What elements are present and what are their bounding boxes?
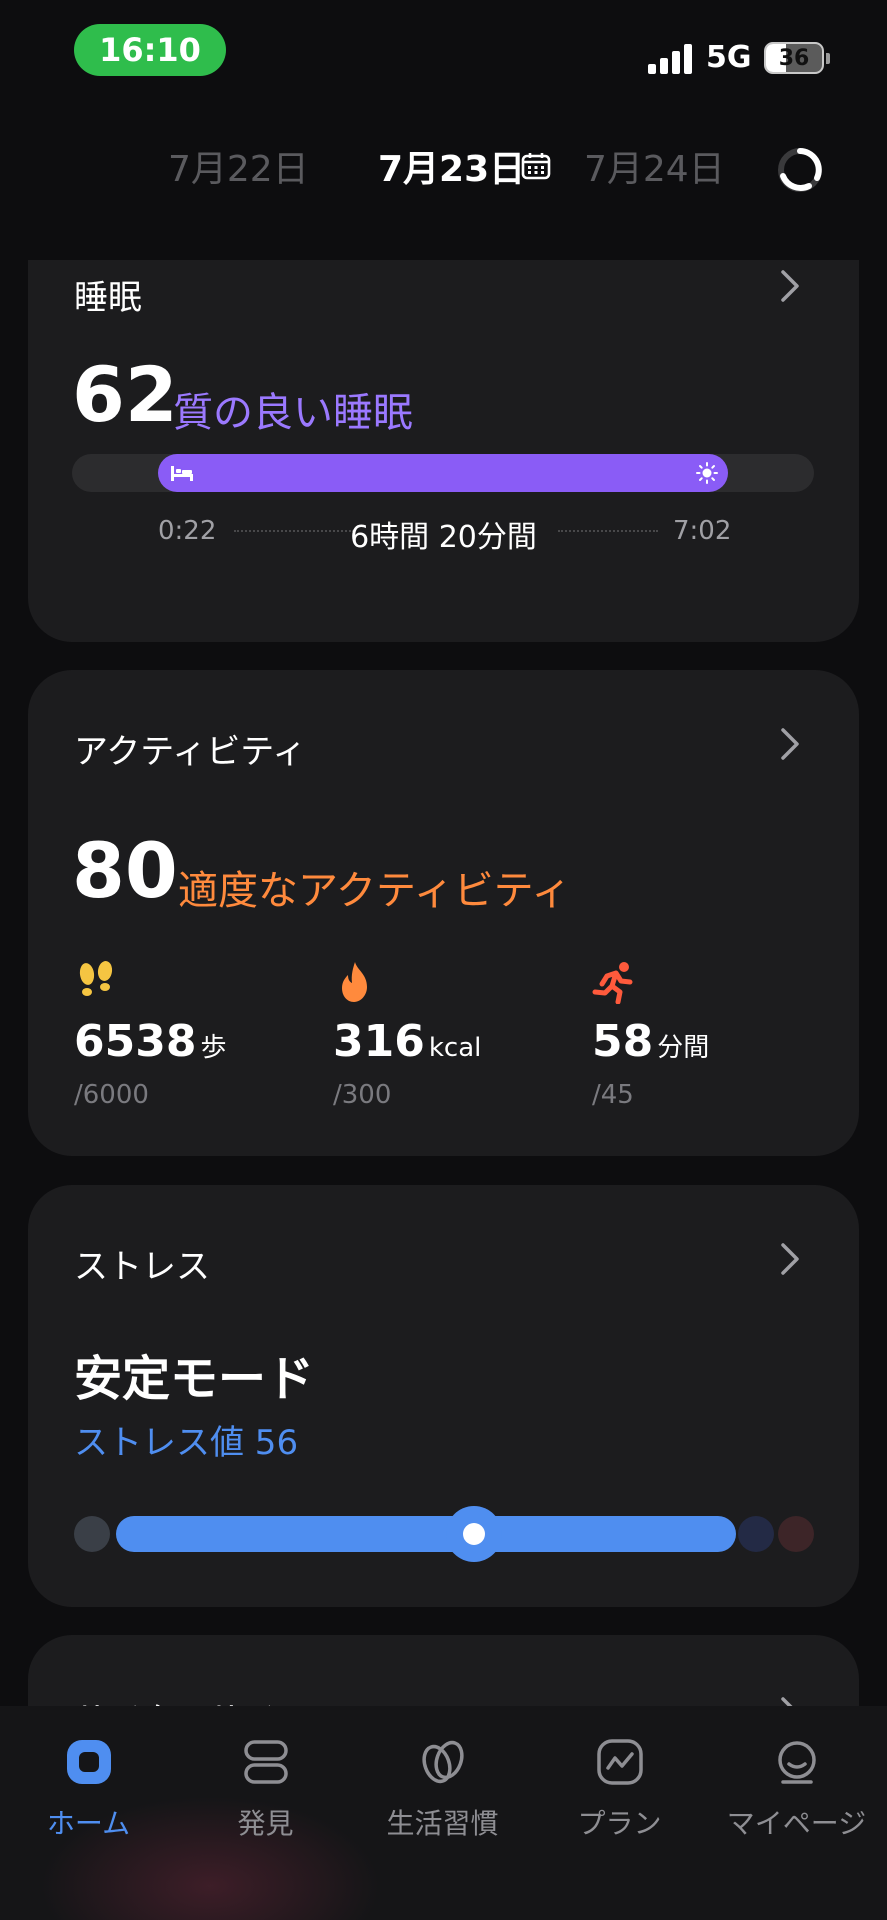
chevron-right-icon[interactable] — [779, 1241, 801, 1277]
steps-target: /6000 — [74, 1080, 149, 1110]
date-prev[interactable]: 7月22日 — [168, 140, 309, 192]
status-time: 16:10 — [74, 24, 226, 76]
date-next[interactable]: 7月24日 — [584, 140, 725, 192]
activity-card[interactable]: アクティビティ 80 適度なアクティビティ 6538 歩 /6000 316 k… — [28, 670, 859, 1156]
nav-discover-label: 発見 — [237, 1807, 294, 1840]
stress-segment-normal — [116, 1516, 736, 1552]
chevron-right-icon[interactable] — [779, 1695, 801, 1706]
steps-metric: 6538 歩 /6000 — [74, 960, 314, 1110]
stress-mode: 安定モード — [74, 1351, 315, 1407]
stress-scale — [74, 1506, 814, 1562]
activity-level: 適度なアクティビティ — [178, 868, 572, 914]
exercise-metric: 58 分間 /45 — [592, 960, 832, 1110]
stress-segment-very-high — [778, 1516, 814, 1552]
sleep-duration-bar — [158, 454, 728, 492]
exercise-value: 58 分間 — [592, 1016, 710, 1067]
nav-profile[interactable]: マイページ — [708, 1726, 885, 1846]
sleep-end-time: 7:02 — [673, 516, 732, 546]
signal-icon — [648, 44, 694, 74]
nav-lifestyle[interactable]: 生活習慣 — [354, 1726, 531, 1846]
battery-icon: 36 — [764, 42, 824, 74]
sleep-score: 62 — [72, 350, 178, 439]
stress-title: ストレス — [74, 1247, 210, 1287]
profile-icon — [777, 1741, 816, 1784]
activity-title: アクティビティ — [74, 732, 307, 772]
nav-discover[interactable]: 発見 — [177, 1726, 354, 1846]
stress-card[interactable]: ストレス 安定モード ストレス値 56 — [28, 1185, 859, 1607]
date-current[interactable]: 7月23日 — [378, 140, 525, 192]
nav-plan-label: プラン — [577, 1807, 662, 1840]
nav-plan[interactable]: プラン — [531, 1726, 708, 1846]
sleep-card[interactable]: 睡眠 62 質の良い睡眠 0:22 6時間 20分間 7:02 — [28, 260, 859, 642]
sun-icon — [696, 462, 718, 484]
cycle-card[interactable]: サイクルサイン — [28, 1635, 859, 1706]
sleep-title: 睡眠 — [74, 278, 142, 318]
sleep-quality: 質の良い睡眠 — [173, 390, 413, 436]
steps-value: 6538 歩 — [74, 1016, 227, 1067]
activity-score: 80 — [72, 826, 178, 915]
running-icon — [592, 962, 633, 1004]
bottom-nav: ホーム 発見 生活習慣 プラン マイページ — [0, 1706, 887, 1920]
sleep-duration: 6時間 20分間 — [350, 520, 537, 555]
plan-icon — [596, 1739, 643, 1785]
dashboard-scroll[interactable]: 睡眠 62 質の良い睡眠 0:22 6時間 20分間 7:02 アクティビティ … — [0, 260, 887, 1706]
discover-icon — [243, 1740, 288, 1784]
footsteps-icon — [79, 961, 113, 996]
network-label: 5G — [706, 40, 752, 75]
calories-target: /300 — [333, 1080, 392, 1110]
bed-icon — [171, 466, 193, 481]
lifestyle-icon — [421, 1740, 464, 1784]
nav-lifestyle-label: 生活習慣 — [386, 1807, 499, 1840]
calendar-icon[interactable] — [521, 152, 551, 180]
status-bar: 16:10 5G 36 — [0, 0, 887, 100]
stress-value: ストレス値 56 — [74, 1423, 299, 1463]
calories-value: 316 kcal — [333, 1016, 482, 1067]
cycle-title: サイクルサイン — [74, 1693, 310, 1706]
stress-segment-high — [738, 1516, 774, 1552]
battery-level: 36 — [778, 45, 810, 71]
chevron-right-icon[interactable] — [779, 268, 801, 304]
nav-home-label: ホーム — [46, 1807, 131, 1840]
exercise-target: /45 — [592, 1080, 634, 1110]
sync-icon[interactable] — [776, 146, 824, 194]
flame-icon — [342, 962, 367, 1002]
chevron-right-icon[interactable] — [779, 726, 801, 762]
date-bar: 7月22日 7月23日 7月24日 — [0, 130, 887, 206]
stress-indicator — [446, 1506, 503, 1562]
nav-profile-label: マイページ — [726, 1807, 867, 1840]
sleep-timeline — [72, 454, 814, 492]
stress-segment-low — [74, 1516, 110, 1552]
home-icon — [66, 1740, 111, 1784]
app-screen: 16:10 5G 36 7月22日 7月23日 7月24日 睡眠 62 質の良い… — [0, 0, 887, 1920]
nav-home[interactable]: ホーム — [0, 1726, 177, 1846]
calories-metric: 316 kcal /300 — [333, 960, 573, 1110]
